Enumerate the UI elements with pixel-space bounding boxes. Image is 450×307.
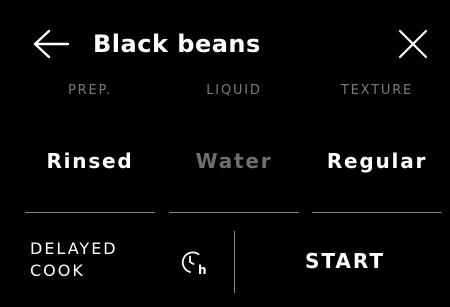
texture-option[interactable]: TEXTURE Regular [312, 80, 442, 216]
prep-option[interactable]: PREP. Rinsed [25, 80, 155, 216]
texture-underline [312, 212, 442, 213]
arrow-left-icon [33, 29, 70, 59]
liquid-underline [169, 212, 299, 213]
start-button[interactable]: START [280, 243, 410, 279]
liquid-option[interactable]: LIQUID Water [169, 80, 299, 216]
prep-value: Rinsed [46, 149, 134, 173]
delay-timer-button[interactable]: h [178, 248, 210, 278]
footer-divider [234, 231, 235, 293]
delayed-cook-button[interactable]: DELAYED COOK [30, 238, 160, 282]
prep-label: PREP. [67, 83, 113, 98]
texture-label: TEXTURE [340, 83, 414, 98]
delayed-cook-line1: DELAYED [30, 239, 118, 258]
liquid-value: Water [195, 149, 273, 173]
delayed-cook-line2: COOK [30, 261, 85, 280]
page-title: Black beans [93, 30, 261, 58]
texture-value: Regular [326, 149, 428, 173]
clock-hours-icon: h [181, 251, 207, 277]
prep-underline [25, 212, 155, 213]
close-icon [398, 29, 428, 59]
close-button[interactable] [393, 26, 433, 62]
back-button[interactable] [30, 26, 72, 62]
liquid-label: LIQUID [206, 83, 262, 98]
header-bar: Black beans [0, 0, 450, 88]
svg-text:h: h [198, 263, 207, 277]
